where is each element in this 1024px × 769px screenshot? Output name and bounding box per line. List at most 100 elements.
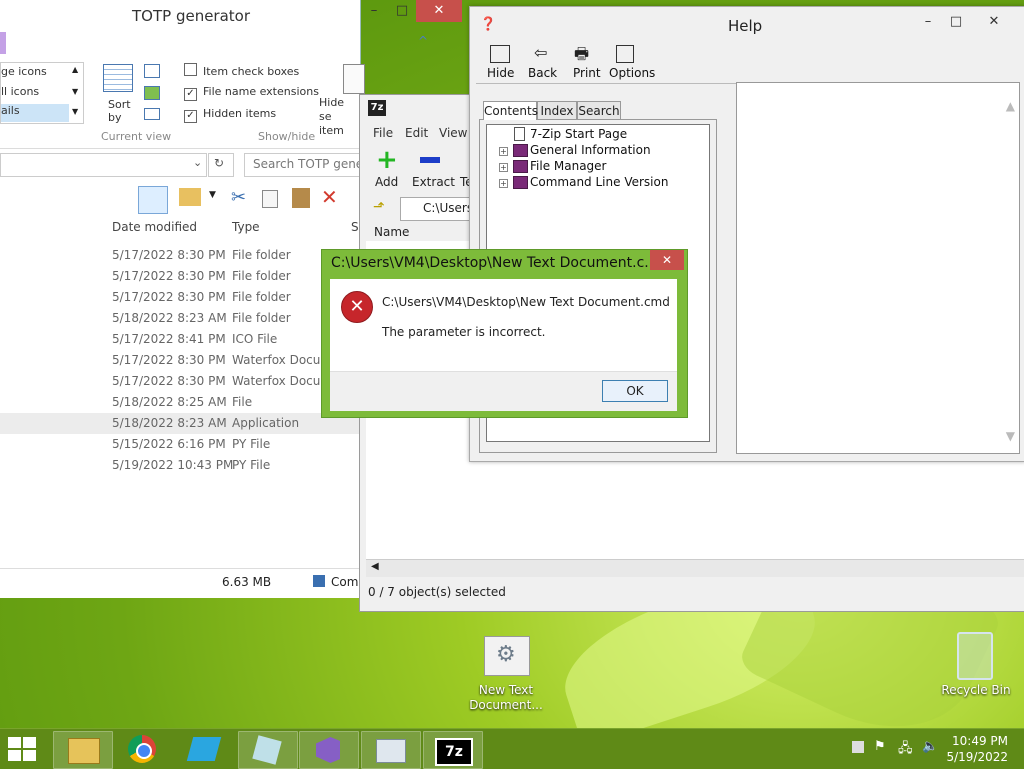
file-name-extensions-checkbox[interactable]: ✓ File name extensions	[184, 85, 319, 101]
table-row[interactable]: 5/19/2022 10:43 PM PY File	[0, 455, 360, 476]
network-icon[interactable]: 🖧	[898, 739, 913, 761]
size-columns-icon[interactable]	[144, 108, 160, 120]
add-button[interactable]: Add	[375, 175, 398, 189]
hide-button[interactable]: Hide	[487, 66, 514, 80]
start-button[interactable]	[8, 737, 38, 761]
close-button[interactable]: ✕	[972, 11, 1016, 33]
minimize-button[interactable]: –	[916, 11, 940, 33]
layout-item-large-icons[interactable]: ge icons	[1, 65, 47, 78]
table-row[interactable]: 5/18/2022 8:25 AM File	[0, 392, 360, 413]
action-center-icon[interactable]	[852, 741, 864, 753]
table-row[interactable]: 5/17/2022 8:30 PM Waterfox Docum	[0, 371, 360, 392]
tree-item-general-information[interactable]: General Information	[530, 143, 651, 157]
tree-item-file-manager[interactable]: File Manager	[530, 159, 607, 173]
taskbar-waterfox[interactable]	[176, 731, 234, 767]
expand-icon[interactable]: +	[499, 163, 508, 172]
group-by-icon[interactable]	[144, 64, 160, 78]
back-icon[interactable]: ⇦	[534, 43, 547, 62]
menu-edit[interactable]: Edit	[405, 126, 428, 140]
expand-icon[interactable]: +	[499, 147, 508, 156]
close-button[interactable]: ✕	[416, 0, 462, 22]
hide-selected-icon[interactable]	[343, 64, 365, 94]
clock-date[interactable]: 5/19/2022	[946, 750, 1008, 764]
volume-icon[interactable]: 🔈	[922, 739, 938, 754]
chevron-down-icon[interactable]: ⌄	[193, 156, 202, 169]
chevron-up-icon[interactable]: ^	[418, 34, 428, 48]
column-header-name[interactable]: Name	[374, 225, 409, 239]
expand-icon[interactable]: ▼	[72, 107, 78, 116]
table-row[interactable]: 5/18/2022 8:23 AM File folder	[0, 308, 360, 329]
refresh-button[interactable]: ↻	[208, 153, 234, 177]
layout-item-details[interactable]: ails	[1, 104, 69, 122]
recycle-bin-label[interactable]: Recycle Bin	[936, 683, 1016, 698]
taskbar-chrome[interactable]	[114, 731, 172, 767]
taskbar-visual-studio[interactable]	[299, 731, 359, 769]
tab-index[interactable]: Index	[537, 101, 577, 120]
sort-by-icon[interactable]	[103, 64, 133, 92]
column-header-size[interactable]: S	[351, 220, 359, 234]
folder-up-icon[interactable]: ⬏	[373, 199, 385, 215]
copy-icon[interactable]	[262, 190, 278, 208]
extract-icon[interactable]	[420, 157, 440, 163]
scroll-up-icon[interactable]: ▲	[1006, 99, 1015, 113]
table-row[interactable]: 5/17/2022 8:30 PM File folder	[0, 245, 360, 266]
cmd-file-icon[interactable]: ⚙	[484, 636, 530, 676]
print-button[interactable]: Print	[573, 66, 601, 80]
taskbar-help-viewer[interactable]	[361, 731, 421, 769]
back-button[interactable]: Back	[528, 66, 557, 80]
menu-file[interactable]: File	[373, 126, 393, 140]
expand-icon[interactable]: +	[499, 179, 508, 188]
table-row[interactable]: 5/17/2022 8:30 PM File folder	[0, 287, 360, 308]
scroll-down-icon[interactable]: ▼	[1006, 429, 1015, 443]
hide-icon[interactable]	[490, 45, 510, 63]
tree-item-command-line-version[interactable]: Command Line Version	[530, 175, 668, 189]
tab-contents[interactable]: Contents	[483, 101, 538, 120]
taskbar-file-explorer[interactable]	[53, 731, 113, 769]
horizontal-scrollbar[interactable]: ◀	[366, 559, 1024, 577]
options-button[interactable]: Options	[609, 66, 655, 80]
chevron-down-icon[interactable]: ▼	[209, 190, 216, 200]
taskbar-7zip[interactable]: 7z	[423, 731, 483, 769]
flag-icon[interactable]: ⚑	[874, 739, 886, 754]
tree-item-start-page[interactable]: 7-Zip Start Page	[530, 127, 627, 141]
scroll-left-icon[interactable]: ◀	[371, 561, 379, 572]
taskbar-app-window[interactable]	[238, 731, 298, 769]
table-row[interactable]: 5/17/2022 8:41 PM ICO File	[0, 329, 360, 350]
properties-icon[interactable]	[179, 188, 201, 206]
minimize-button[interactable]: –	[362, 0, 386, 22]
content-pane[interactable]: ▲ ▼	[736, 82, 1020, 454]
add-columns-icon[interactable]	[144, 86, 160, 100]
table-row[interactable]: 5/18/2022 8:23 AM Application	[0, 413, 360, 434]
column-header-type[interactable]: Type	[232, 220, 260, 234]
maximize-button[interactable]: □	[944, 11, 968, 33]
ok-button[interactable]: OK	[602, 380, 668, 402]
cut-icon[interactable]: ✂	[231, 187, 246, 208]
address-bar[interactable]: ⌄	[0, 153, 207, 177]
desktop-file-label[interactable]: New Text Document...	[466, 683, 546, 713]
search-box[interactable]: Search TOTP genera	[244, 153, 375, 177]
add-icon[interactable]: +	[376, 147, 398, 173]
delete-icon[interactable]: ✕	[321, 185, 338, 209]
hide-selected-button[interactable]: Hide se item	[319, 96, 359, 138]
table-row[interactable]: 5/17/2022 8:30 PM File folder	[0, 266, 360, 287]
item-check-boxes-checkbox[interactable]: Item check boxes	[184, 63, 299, 78]
column-header-date[interactable]: Date modified	[112, 220, 197, 234]
extract-button[interactable]: Extract	[412, 175, 455, 189]
scroll-up-icon[interactable]: ▲	[72, 65, 78, 74]
menu-view[interactable]: View	[439, 126, 467, 140]
tab-search[interactable]: Search	[577, 101, 621, 120]
layout-item-small-icons[interactable]: ll icons	[1, 85, 39, 98]
recycle-bin-icon[interactable]	[957, 632, 993, 680]
options-icon[interactable]	[616, 45, 634, 63]
maximize-button[interactable]: □	[390, 0, 414, 22]
scroll-down-icon[interactable]: ▼	[72, 87, 78, 96]
clock-time[interactable]: 10:49 PM	[952, 734, 1008, 748]
layout-gallery[interactable]: ge icons ll icons ails ▲ ▼ ▼	[0, 62, 84, 124]
hidden-items-checkbox[interactable]: ✓ Hidden items	[184, 107, 276, 123]
paste-icon[interactable]	[292, 188, 310, 208]
preview-pane-button[interactable]	[138, 186, 168, 214]
table-row[interactable]: 5/15/2022 6:16 PM PY File	[0, 434, 360, 455]
table-row[interactable]: 5/17/2022 8:30 PM Waterfox Docum	[0, 350, 360, 371]
sort-by-button[interactable]: Sort by	[108, 98, 132, 124]
close-button[interactable]: ✕	[650, 250, 684, 270]
